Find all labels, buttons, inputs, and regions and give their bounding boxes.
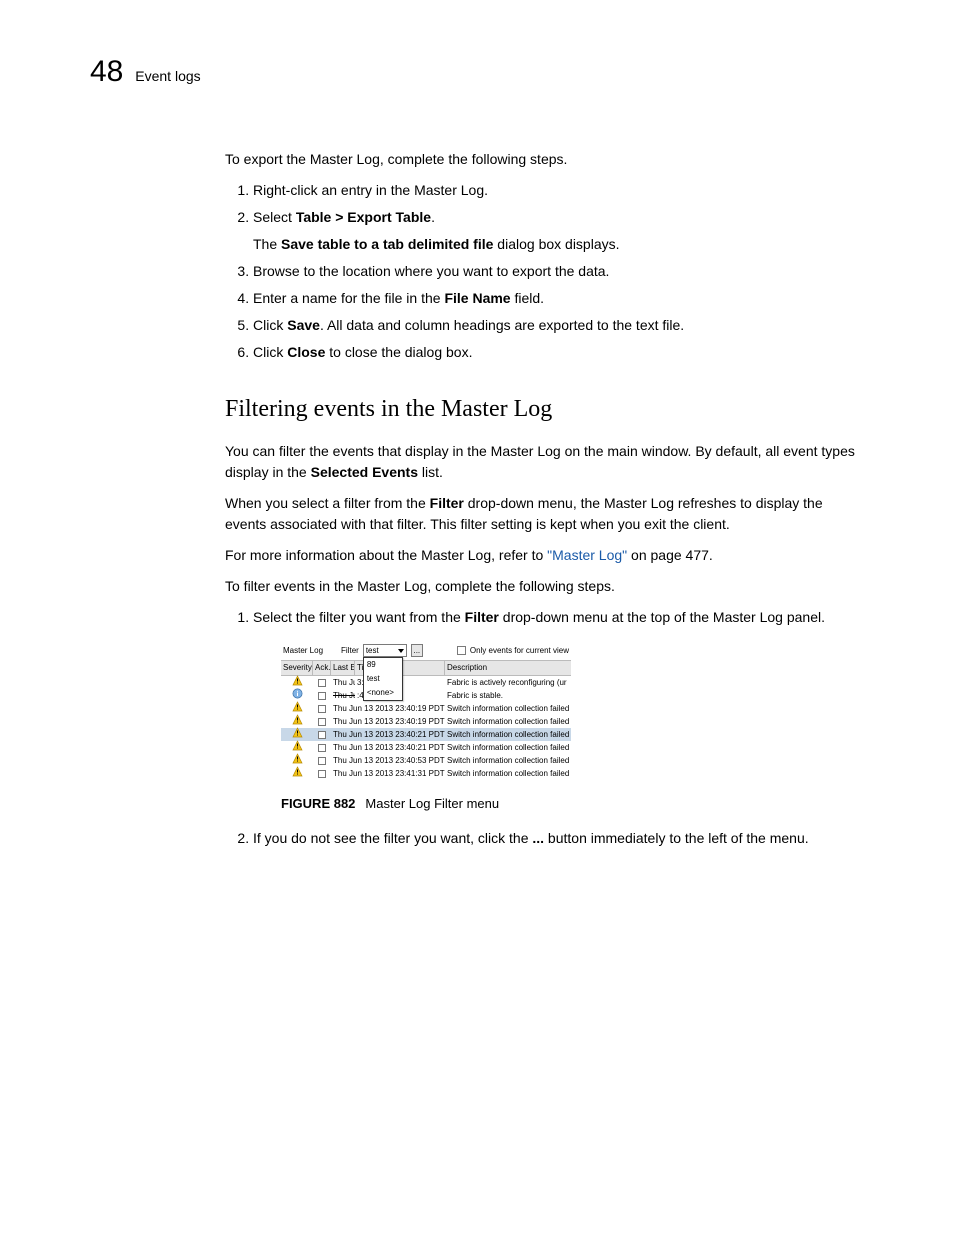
ack-checkbox[interactable] [313,692,331,700]
time-cell: Thu Jun 13 2013 23:40:53 PDT [331,755,445,767]
description-cell: Fabric is actively reconfiguring (ur [445,677,571,689]
filter-steps-list: Select the filter you want from the Filt… [225,607,864,849]
para-3: For more information about the Master Lo… [225,545,864,566]
filter-combo[interactable]: test 89 test <none> [363,644,407,657]
ack-checkbox[interactable] [313,744,331,752]
table-row[interactable]: Thu Jun 13 2013 23:41:31 PDTSwitch infor… [281,767,571,780]
ellipsis-button[interactable]: ... [411,644,423,657]
ack-checkbox[interactable] [313,731,331,739]
col-severity[interactable]: Severity [281,661,313,675]
description-cell: Fabric is stable. [445,690,571,702]
description-cell: Switch information collection failed [445,716,571,728]
description-cell: Switch information collection failed [445,742,571,754]
filter-step-1: Select the filter you want from the Filt… [253,607,864,814]
description-cell: Switch information collection failed [445,768,571,780]
only-events-label: Only events for current view [470,645,569,657]
description-cell: Switch information collection failed [445,703,571,715]
para-1: You can filter the events that display i… [225,441,864,483]
col-last[interactable]: Last E [331,661,355,675]
step-5: Click Save. All data and column headings… [253,315,864,336]
time-cell: Thu Jun 13 2013 23:41:31 PDT [331,768,445,780]
masterlog-title: Master Log [283,645,323,657]
filter-step-2: If you do not see the filter you want, c… [253,828,864,849]
step-2: Select Table > Export Table. The Save ta… [253,207,864,255]
time-cell: Thu Jun 13 2013 23:40:21 PDT [331,742,445,754]
ack-checkbox[interactable] [313,718,331,726]
chapter-number: 48 [90,55,123,88]
ack-checkbox[interactable] [313,679,331,687]
figure-caption: FIGURE 882Master Log Filter menu [281,794,864,814]
figure-882: Master Log Filter test 89 test <none> [281,642,864,780]
step-6: Click Close to close the dialog box. [253,342,864,363]
filter-option[interactable]: 89 [364,658,402,672]
filter-option[interactable]: <none> [364,686,402,700]
ack-checkbox[interactable] [313,757,331,765]
filter-label: Filter [341,645,359,657]
description-cell: Switch information collection failed [445,729,571,741]
step-3: Browse to the location where you want to… [253,261,864,282]
table-row[interactable]: Thu Jun 13 2013 23:40:17 PDTFabric is st… [281,689,571,702]
time-cell: Thu Jun 13 2013 23:40:21 PDT [331,729,445,741]
table-row[interactable]: Thu Jun 13 2013 23:40:21 PDTSwitch infor… [281,728,571,741]
table-row[interactable]: Thu Jun 13 2013 23:40:21 PDTSwitch infor… [281,741,571,754]
warning-icon [281,766,313,781]
master-log-link[interactable]: "Master Log" [547,547,627,563]
intro-text: To export the Master Log, complete the f… [225,149,864,170]
page-header: 48 Event logs [90,55,864,89]
export-steps-list: Right-click an entry in the Master Log. … [225,180,864,363]
section-label: Event logs [135,68,200,84]
table-row[interactable]: Thu Jun 13 2013 23:40:19 PDTSwitch infor… [281,715,571,728]
ack-checkbox[interactable] [313,770,331,778]
filter-option[interactable]: test [364,672,402,686]
table-row[interactable]: Thu Ju3:33:09 PDTFabric is actively reco… [281,676,571,689]
ack-checkbox[interactable] [313,705,331,713]
filter-dropdown[interactable]: 89 test <none> [363,657,403,701]
col-desc[interactable]: Description [445,661,571,675]
time-cell: Thu Jun 13 2013 23:40:19 PDT [331,703,445,715]
section-title: Filtering events in the Master Log [225,391,864,427]
last-cell: Thu Ju [331,677,355,689]
table-header: Severity Ack... Last E Time Description [281,660,571,676]
last-cell: Thu Jun 13 2013 23 [331,690,355,702]
step-4: Enter a name for the file in the File Na… [253,288,864,309]
table-row[interactable]: Thu Jun 13 2013 23:40:53 PDTSwitch infor… [281,754,571,767]
col-ack[interactable]: Ack... [313,661,331,675]
only-events-checkbox[interactable] [457,646,466,655]
table-row[interactable]: Thu Jun 13 2013 23:40:19 PDTSwitch infor… [281,702,571,715]
para-4: To filter events in the Master Log, comp… [225,576,864,597]
step-1: Right-click an entry in the Master Log. [253,180,864,201]
para-2: When you select a filter from the Filter… [225,493,864,535]
description-cell: Switch information collection failed [445,755,571,767]
chevron-down-icon [398,649,404,653]
time-cell: Thu Jun 13 2013 23:40:19 PDT [331,716,445,728]
